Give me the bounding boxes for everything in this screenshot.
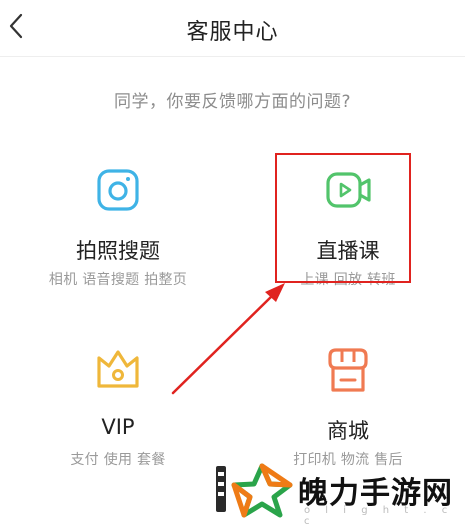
category-vip[interactable]: VIP 支付 使用 套餐: [28, 346, 208, 486]
highlight-box: [275, 153, 411, 283]
crown-icon: [97, 350, 139, 388]
category-subtitle: 相机 语音搜题 拍整页: [48, 272, 188, 288]
watermark: 魄力手游网 o l i g h t . c c: [214, 462, 464, 527]
watermark-url: o l i g h t . c c: [304, 505, 454, 527]
category-label: 商城: [327, 419, 369, 443]
category-subtitle: 支付 使用 套餐: [70, 452, 166, 468]
category-photo-search[interactable]: 拍照搜题 相机 语音搜题 拍整页: [28, 166, 208, 306]
top-bar: 客服中心: [0, 0, 465, 57]
camera-icon: [97, 169, 139, 211]
shop-icon: [328, 348, 368, 392]
category-label: VIP: [101, 415, 135, 439]
page-title: 客服中心: [186, 20, 279, 45]
feedback-prompt: 同学，你要反馈哪方面的问题?: [113, 92, 352, 112]
category-label: 拍照搜题: [76, 239, 160, 263]
watermark-logo: [216, 463, 293, 518]
